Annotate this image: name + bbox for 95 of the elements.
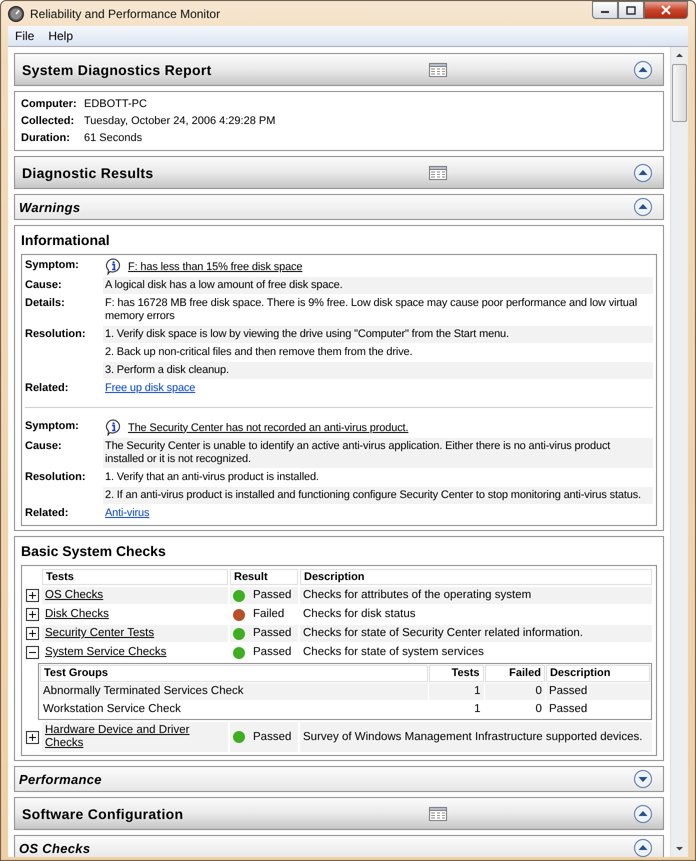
column-header: Result	[230, 569, 298, 585]
description-text: Survey of Windows Management Infrastructure supported devices.	[303, 730, 642, 742]
field-label: Collected:	[21, 115, 76, 127]
result-text: Passed	[253, 589, 292, 602]
section-header[interactable]: OS Checks	[14, 835, 664, 857]
table-cell: 1	[429, 683, 484, 700]
menu-item[interactable]: File	[8, 29, 42, 43]
section-header[interactable]: Warnings	[14, 194, 664, 220]
description-text: Checks for state of system services	[303, 646, 484, 658]
window-title: Reliability and Performance Monitor	[30, 6, 222, 20]
collapse-button[interactable]	[633, 838, 653, 857]
column-header: Tests	[429, 665, 484, 682]
issue-label: Symptom:	[25, 419, 80, 434]
table-cell-text: 1	[473, 702, 482, 717]
issue-text: 1. Verify that an anti-virus product is installed.	[104, 470, 320, 485]
scroll-thumb[interactable]	[672, 64, 687, 122]
issue-text: 2. If an anti-virus product is installed and functioning configure Security Center to stop monitoring anti-virus status.	[103, 487, 653, 504]
result-text: Passed	[253, 730, 292, 744]
result-text: Failed	[253, 608, 284, 621]
table-icon[interactable]	[429, 166, 447, 180]
info-icon	[105, 258, 122, 275]
section-header[interactable]: Diagnostic Results	[14, 156, 664, 189]
maximize-icon	[626, 6, 636, 14]
section-header[interactable]: Performance	[14, 766, 664, 792]
section-title: Diagnostic Results	[22, 164, 154, 180]
table-cell: Abnormally Terminated Services Check	[40, 683, 428, 700]
issue-text: The Security Center is unable to identify an active anti-virus application. Either there is no anti-virus product installed or it is not recognized.	[103, 438, 653, 468]
expand-icon[interactable]	[26, 589, 39, 602]
issue-label: Related:	[25, 506, 70, 521]
issue-text: F: has 16728 MB free disk space. There is 9% free. Low disk space may cause poor performance and low virtual memory errors	[104, 296, 638, 324]
panel-title: Informational	[21, 232, 111, 248]
expand-icon[interactable]	[26, 730, 39, 744]
maximize-button[interactable]	[618, 1, 644, 19]
collapse-button[interactable]	[633, 197, 653, 217]
panel-title: Basic System Checks	[21, 543, 167, 559]
collapse-icon[interactable]	[26, 646, 39, 659]
test-link[interactable]: Disk Checks	[45, 608, 109, 621]
issue-label: Cause:	[25, 439, 63, 454]
column-header: Tests	[42, 569, 228, 585]
expand-icon[interactable]	[26, 627, 39, 640]
issue-label: Cause:	[25, 278, 63, 293]
section-title: System Diagnostics Report	[22, 62, 212, 78]
issue-label: Symptom:	[25, 258, 80, 273]
issue-text: 2. Back up non-critical files and then remove them from the drive.	[104, 345, 414, 360]
close-icon	[661, 5, 671, 15]
field-label: Computer:	[21, 98, 78, 110]
description-text: Checks for disk status	[303, 608, 416, 620]
collapse-button[interactable]	[633, 60, 653, 80]
column-header: Test Groups	[40, 665, 428, 682]
issue-label: Resolution:	[25, 470, 86, 485]
test-link[interactable]: System Service Checks	[45, 646, 166, 659]
gauge-icon	[8, 6, 24, 22]
section-header[interactable]: Software Configuration	[14, 797, 664, 830]
result-text: Passed	[253, 646, 292, 659]
info-icon	[105, 419, 122, 436]
field-label: Duration:	[21, 132, 71, 144]
section-header[interactable]: System Diagnostics Report	[14, 53, 664, 86]
menu-item[interactable]: Help	[41, 29, 80, 43]
issue-label: Related:	[25, 381, 70, 396]
expand-icon[interactable]	[26, 608, 39, 621]
section-title: OS Checks	[19, 840, 90, 856]
issue-text: 3. Perform a disk cleanup.	[103, 362, 653, 379]
description-text: Checks for attributes of the operating system	[303, 589, 532, 601]
expand-button[interactable]	[633, 769, 653, 789]
description-text: Checks for state of Security Center related information.	[303, 627, 583, 639]
table-icon[interactable]	[429, 62, 447, 76]
result-text: Passed	[253, 627, 292, 640]
symptom-link[interactable]: F: has less than 15% free disk space	[128, 260, 302, 272]
scrollbar[interactable]	[670, 47, 688, 857]
collapse-button[interactable]	[633, 162, 653, 182]
symptom-link[interactable]: The Security Center has not recorded an anti-virus product.	[128, 422, 408, 434]
issue-label: Details:	[25, 296, 66, 311]
related-link[interactable]: Free up disk space	[105, 382, 196, 394]
column-header: Failed	[484, 665, 545, 682]
field-value: EDBOTT-PC	[84, 98, 148, 110]
field-value: 61 Seconds	[84, 132, 144, 144]
column-header: Description	[300, 569, 652, 585]
issue-label: Resolution:	[25, 327, 86, 342]
table-cell-text: Passed	[548, 702, 588, 717]
table-cell-text: 0	[534, 702, 543, 717]
issue-text: A logical disk has a low amount of free disk space.	[103, 277, 653, 294]
close-button[interactable]	[644, 1, 688, 19]
table-cell: 0	[484, 683, 545, 700]
related-link[interactable]: Anti-virus	[105, 507, 150, 519]
table-cell: Passed	[546, 683, 650, 700]
section-title: Warnings	[19, 200, 80, 214]
table-cell-text: Workstation Service Check	[42, 702, 182, 717]
section-title: Performance	[19, 772, 102, 786]
table-icon[interactable]	[429, 806, 447, 820]
issue-text: 1. Verify disk space is low by viewing the drive using "Computer" from the Start menu.	[103, 326, 653, 343]
minimize-button[interactable]	[592, 1, 618, 19]
section-title: Software Configuration	[22, 806, 184, 822]
collapse-button[interactable]	[633, 804, 653, 824]
field-value: Tuesday, October 24, 2006 4:29:28 PM	[84, 115, 276, 127]
column-header: Description	[546, 665, 650, 682]
